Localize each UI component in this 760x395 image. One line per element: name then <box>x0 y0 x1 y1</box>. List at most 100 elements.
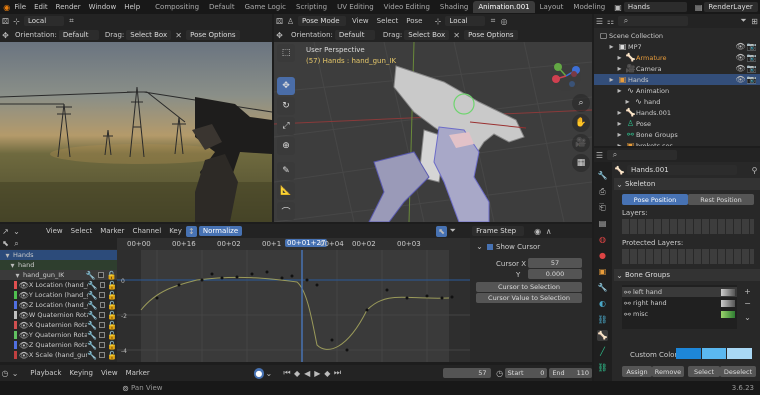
custom-color-swatches[interactable] <box>676 348 753 359</box>
timeline-menu-keying[interactable]: Keying <box>65 369 97 377</box>
pin-icon[interactable]: ⚲ <box>749 165 760 176</box>
expand-arrow-icon[interactable]: ▸ <box>614 63 625 74</box>
move-tool[interactable]: ✥ <box>277 77 295 95</box>
rest-position-button[interactable]: Rest Position <box>688 194 754 205</box>
timeline-menu-marker[interactable]: Marker <box>122 369 154 377</box>
properties-editor-icon[interactable]: ☰ <box>594 150 605 161</box>
render-camera-icon[interactable]: 📷 <box>746 52 757 63</box>
graph-area[interactable]: 00+00 00+16 00+02 00+1 00+01+27 00+04 00… <box>117 238 470 362</box>
render-tab-icon[interactable]: ⎙ <box>597 186 608 197</box>
bone-group-left-hand[interactable]: ⚯ left hand <box>622 287 737 297</box>
graph-menu-select[interactable]: Select <box>67 227 97 235</box>
view-layer-selector[interactable]: RenderLayer <box>704 2 758 12</box>
graph-menu-key[interactable]: Key <box>165 227 186 235</box>
tool-tab-icon[interactable]: 🔧 <box>597 170 608 181</box>
color-select-swatch[interactable] <box>701 348 727 359</box>
auto-key-options-icon[interactable]: ⌄ <box>264 368 274 379</box>
mute-checkbox[interactable] <box>99 322 105 328</box>
show-cursor-checkbox[interactable] <box>487 243 493 250</box>
graph-cursor-icon[interactable]: ⬉ <box>436 225 448 237</box>
tab-game-logic[interactable]: Game Logic <box>240 3 291 11</box>
tab-compositing[interactable]: Compositing <box>150 3 204 11</box>
channel-search-icon[interactable]: ⌕ <box>11 238 22 249</box>
render-camera-icon[interactable]: 📷 <box>746 74 757 85</box>
mute-checkbox[interactable] <box>99 282 106 288</box>
timeline-mode-icon[interactable]: ⌄ <box>10 368 20 379</box>
timeline-menu-playback[interactable]: Playback <box>26 369 65 377</box>
visibility-eye-icon[interactable]: 👁 <box>735 63 746 74</box>
viewport-snap-icon[interactable]: ⌗ <box>487 16 498 27</box>
color-active-swatch[interactable] <box>727 348 753 359</box>
preview-range-icon[interactable]: ◷ <box>495 368 505 379</box>
outliner-item[interactable]: ▸ ⚯ Bone Groups <box>594 129 760 140</box>
record-icon[interactable]: ● <box>253 367 264 379</box>
view-layer-tab-icon[interactable]: ▤ <box>597 218 608 229</box>
pan-hand-icon[interactable]: ✋ <box>572 114 590 132</box>
pose-options-dropdown[interactable]: Pose Options <box>186 30 240 40</box>
mute-checkbox[interactable] <box>99 332 105 338</box>
outliner-item[interactable]: ▸ ∿ hand <box>594 96 760 107</box>
channel-row[interactable]: 👁Z Location (hand_gu🔧🔓 <box>0 300 117 310</box>
menu-file[interactable]: File <box>10 3 30 11</box>
filter-icon[interactable]: ⏷ <box>738 16 749 27</box>
transform-tool[interactable]: ⊕ <box>277 137 295 155</box>
deselect-button[interactable]: Deselect <box>720 366 756 377</box>
channel-row[interactable]: 👁Y Location (hand_gu🔧🔓 <box>0 290 117 300</box>
expand-arrow-icon[interactable]: ▸ <box>614 52 625 63</box>
bone-groups-section-header[interactable]: ⌄ Bone Groups <box>614 269 760 281</box>
orientation-dropdown[interactable]: Default <box>58 30 99 40</box>
constraint-tab-icon[interactable]: ⛓ <box>597 314 608 325</box>
cursor-value-to-selection-button[interactable]: Cursor Value to Selection <box>476 293 582 303</box>
frame-ruler[interactable]: 00+00 00+16 00+02 00+1 00+01+27 00+04 00… <box>117 238 470 250</box>
bone-constraint-tab-icon[interactable]: ⛓ <box>597 362 608 373</box>
expand-arrow-icon[interactable]: ▸ <box>614 85 625 96</box>
current-frame-field[interactable]: 57 <box>442 368 491 378</box>
expand-arrow-icon[interactable]: ▸ <box>614 118 625 129</box>
start-frame-field[interactable]: Start 0 <box>504 368 548 378</box>
viewport-drag-dropdown[interactable]: Select Box <box>404 30 450 40</box>
channel-row[interactable]: 👁 X Scale (hand_gun_ 🔧 🔓 <box>0 350 117 360</box>
jump-start-icon[interactable]: ⏮ <box>282 368 292 379</box>
tab-scripting[interactable]: Scripting <box>291 3 332 11</box>
display-mode-icon[interactable]: ⚏ <box>605 16 616 27</box>
channel-row[interactable]: 👁 Y Quaternion Rotati 🔧 🔓 <box>0 330 117 340</box>
scene-selector[interactable]: Hands <box>623 2 687 12</box>
expand-arrow-icon[interactable]: ▸ <box>614 107 625 118</box>
add-group-icon[interactable]: + <box>742 286 753 297</box>
jump-end-icon[interactable]: ⏭ <box>332 368 342 379</box>
expand-arrow-icon[interactable]: ▸ <box>614 140 625 146</box>
object-tab-icon[interactable]: ▣ <box>597 266 608 277</box>
cursor-to-selection-button[interactable]: Cursor to Selection <box>476 282 582 292</box>
remove-button[interactable]: Remove <box>652 366 684 377</box>
next-key-icon[interactable]: ◆ <box>322 368 332 379</box>
select-box-tool[interactable]: ⬚ <box>277 44 295 62</box>
skeleton-section-header[interactable]: ⌄ Skeleton <box>614 178 760 190</box>
prev-key-icon[interactable]: ◆ <box>292 368 302 379</box>
channel-row[interactable]: 👁W Quaternion Rotati🔧🔓 <box>0 310 117 320</box>
new-collection-icon[interactable]: ⊞ <box>749 16 760 27</box>
modifier-tab-icon[interactable]: 🔧 <box>597 282 608 293</box>
select-button[interactable]: Select <box>688 366 720 377</box>
visibility-eye-icon[interactable]: 👁 <box>735 41 746 52</box>
tab-shading[interactable]: Shading <box>435 3 473 11</box>
remove-group-icon[interactable]: − <box>742 298 753 309</box>
mute-checkbox[interactable] <box>99 312 106 318</box>
proportional-icon[interactable]: ◎ <box>498 16 509 27</box>
visibility-eye-icon[interactable]: 👁 <box>735 52 746 63</box>
output-tab-icon[interactable]: ⎗ <box>597 202 608 213</box>
tab-animation-001[interactable]: Animation.001 <box>473 1 535 13</box>
blender-logo-icon[interactable]: ◉ <box>3 2 10 13</box>
object-name-field[interactable]: Hands.001 <box>627 165 737 175</box>
viewport-canvas[interactable]: User Perspective (57) Hands : hand_gun_I… <box>274 42 592 222</box>
viewport-menu-view[interactable]: View <box>348 17 373 25</box>
outliner-row-scene-collection[interactable]: ▢ Scene Collection <box>594 30 760 41</box>
tab-uv-editing[interactable]: UV Editing <box>332 3 379 11</box>
only-selected-icon[interactable]: ⬉ <box>0 238 11 249</box>
channel-row[interactable]: 👁X Location (hand_gu🔧🔓 <box>0 280 117 290</box>
drag-dropdown[interactable]: Select Box <box>126 30 172 40</box>
viewport-editor-type-icon[interactable]: ⚄ <box>274 16 285 27</box>
viewport-menu-select[interactable]: Select <box>373 17 403 25</box>
camera-view-image[interactable] <box>0 42 272 222</box>
channel-row[interactable]: ▾ hand <box>0 260 117 270</box>
mute-checkbox[interactable] <box>98 272 104 278</box>
